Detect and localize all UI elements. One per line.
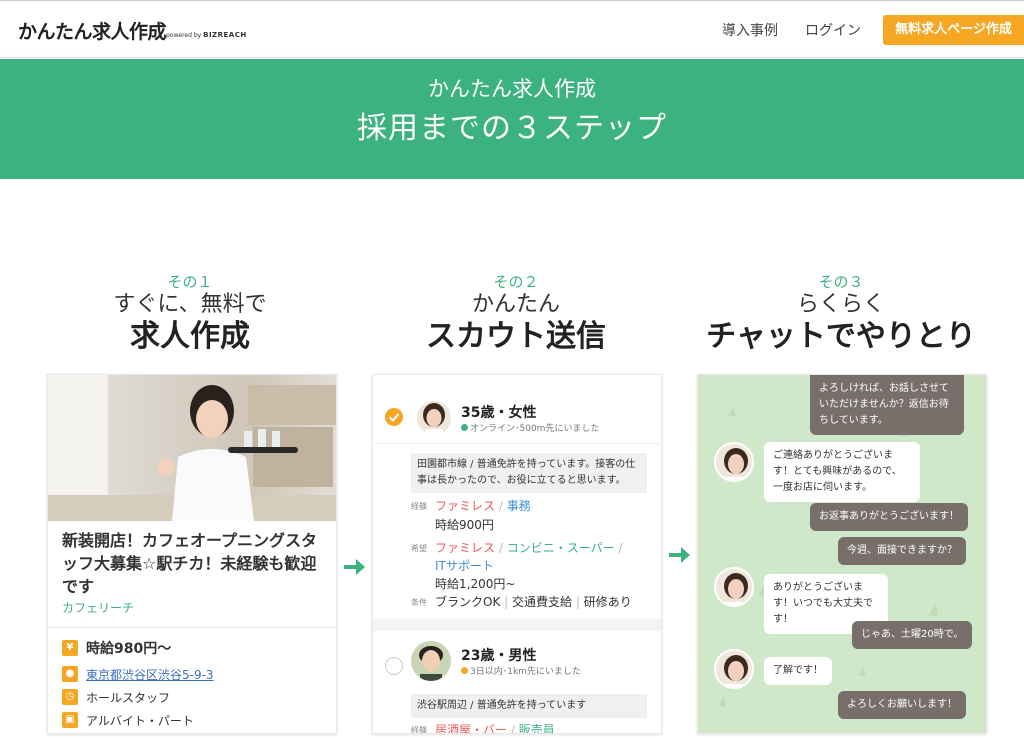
chat-avatar [714,649,754,689]
exp-value: ファミレス / 事務 [435,497,531,514]
tag-separator: | [575,595,580,609]
step-title: 求人作成 [130,319,250,354]
map-pin-icon: ● [62,666,78,682]
chat-message-received: ご連絡ありがとうございます！とても興味があるので、一度お店に伺います。 [764,442,920,502]
chat-avatar [714,567,754,607]
tag-separator: / [498,499,503,513]
cond-label: 条件 [411,598,427,607]
banner-title: 採用までの３ステップ [357,111,667,146]
wage-text: 時給980円〜 [86,641,172,657]
candidate-message: 渋谷駅周辺 / 普通免許を持っています [411,694,647,718]
wish-label: 希望 [411,544,427,553]
step-number: その２ [493,273,539,291]
wish-value-2: ITサポート [435,557,494,574]
step-title: スカウト送信 [426,319,606,354]
address-link[interactable]: 東京都渋谷区渋谷5-9-3 [86,666,214,683]
brand-text: BIZREACH [203,31,247,39]
chat-message-sent: 今週、面接できますか？ [838,537,966,565]
candidate-card-1[interactable]: 35歳・女性 オンライン･500m先にいました 田園都市線 / 普通免許を持って… [373,375,661,619]
candidate-avatar [411,641,451,681]
yen-icon: ¥ [62,640,78,656]
chat-message-sent: よろしくお願いします！ [838,691,966,719]
wish-wage: 時給1,200円~ [435,577,516,591]
step-subtitle: らくらく [796,292,885,317]
step-2-heading: その２ かんたん スカウト送信 [356,272,676,356]
step-title: チャットでやりとり [706,319,976,354]
cond-tag: 研修あり [583,595,632,609]
step-subtitle: すぐに、無料で [113,292,267,317]
chat-avatar [714,442,754,482]
exp-tag: 販売員 [518,723,555,734]
address-row: ● 東京都渋谷区渋谷5-9-3 [62,665,214,683]
nav-cases-link[interactable]: 導入事例 [722,20,778,40]
candidate-avatar [417,401,451,435]
create-job-page-button[interactable]: 無料求人ページ作成 [883,15,1024,45]
candidate-status: 3日以内･1km先にいました [461,664,581,677]
cond-tag: ブランクOK [435,595,501,609]
candidate-name: 35歳・女性 [461,405,537,421]
employment-row: ▣ アルバイト・パート [62,711,194,729]
bag-icon: ▣ [62,712,78,728]
job-photo [48,375,336,521]
step-1-heading: その１ すぐに、無料で 求人作成 [30,272,350,356]
cafe-staff-illustration [48,375,336,521]
site-logo[interactable]: かんたん求人作成 [18,17,167,44]
checkbox-icon[interactable] [385,657,403,675]
exp-tag: 居酒屋・バー [435,723,508,734]
online-dot-icon [461,424,468,431]
job-posting-card[interactable]: 新装開店！カフェオープニングスタッフ大募集☆駅チカ！未経験も歓迎です カフェリー… [47,374,337,734]
employment-text: アルバイト・パート [86,713,194,728]
candidate-status: オンライン･500m先にいました [461,421,599,434]
tag-separator: | [504,595,509,609]
chat-message-sent: じゃあ、土曜20時で。 [852,621,973,649]
arrow-right-icon [669,547,690,563]
candidate-card-2[interactable]: 23歳・男性 3日以内･1km先にいました 渋谷駅周辺 / 普通免許を持っていま… [373,631,661,734]
logo-powered-by: powered by BIZREACH [166,31,247,39]
status-text: オンライン･500m先にいました [470,424,600,434]
powered-by-text: powered by [166,32,202,39]
clock-icon: ◷ [62,689,78,705]
position-text: ホールスタッフ [86,690,171,705]
nav-login-link[interactable]: ログイン [805,20,861,40]
exp-label: 経験 [411,726,427,734]
exp-tag: ファミレス [435,499,496,513]
cond-value: ブランクOK | 交通費支給 | 研修あり [435,593,632,610]
banner-subtitle: かんたん求人作成 [428,77,596,101]
step-3-heading: その３ らくらく チャットでやりとり [681,272,1001,356]
exp-value: 居酒屋・バー / 販売員 [435,721,555,734]
tag-separator: / [510,723,515,734]
company-name: カフェリーチ [62,601,135,615]
status-text: 3日以内･1km先にいました [470,667,581,677]
candidate-name: 23歳・男性 [461,648,537,664]
exp-label: 経験 [411,502,427,511]
chat-message-sent: お返事ありがとうございます！ [810,503,968,531]
exp-tag: 事務 [506,499,531,513]
wish-tag: ファミレス [435,541,496,555]
exp-wage: 時給900円 [435,518,494,532]
step-number: その３ [818,273,864,291]
wish-tag: コンビニ・スーパー [506,541,615,555]
chat-card: よろしければ、お話しさせていただけませんか？返信お待ちしています。 ご連絡ありが… [697,374,987,734]
tag-separator: / [498,541,503,555]
scout-card: 35歳・女性 オンライン･500m先にいました 田園都市線 / 普通免許を持って… [372,374,662,734]
candidate-message: 田園都市線 / 普通免許を持っています。接客の仕事は長かったので、お役に立てると… [411,453,647,493]
cond-tag: 交通費支給 [512,595,573,609]
step-subtitle: かんたん [471,292,560,317]
site-header: かんたん求人作成 powered by BIZREACH 導入事例 ログイン 無… [0,0,1024,58]
step-number: その１ [167,273,213,291]
check-icon[interactable] [385,408,403,426]
wish-value: ファミレス / コンビニ・スーパー / [435,539,622,556]
wage-row: ¥ 時給980円〜 [62,639,171,657]
arrow-right-icon [344,559,365,575]
chat-message-received: 了解です！ [764,657,832,685]
job-title: 新装開店！カフェオープニングスタッフ大募集☆駅チカ！未経験も歓迎です [62,531,318,596]
wish-tag: ITサポート [435,559,494,573]
divider [48,627,336,628]
hero-banner: かんたん求人作成 採用までの３ステップ [0,59,1024,179]
status-dot-icon [461,667,468,674]
chat-message-sent: よろしければ、お話しさせていただけませんか？返信お待ちしています。 [810,375,964,435]
tag-separator: / [618,541,623,555]
position-row: ◷ ホールスタッフ [62,688,170,706]
